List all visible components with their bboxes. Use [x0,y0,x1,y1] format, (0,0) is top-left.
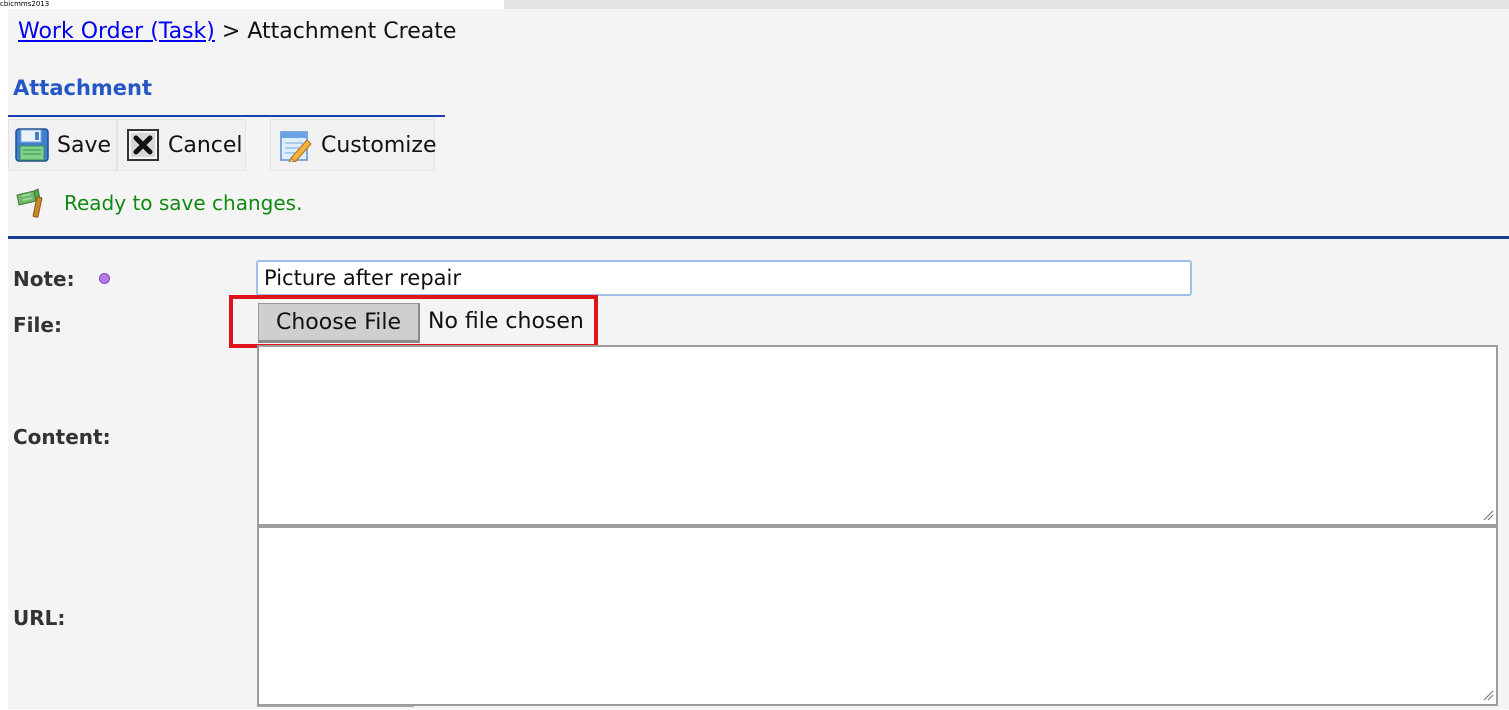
app-label: cbicmms2013 [0,0,504,9]
content-textarea[interactable] [257,345,1498,526]
breadcrumb: Work Order (Task) > Attachment Create [18,19,456,44]
section-divider [8,115,445,117]
file-label: File: [13,313,62,337]
page-content: Work Order (Task) > Attachment Create At… [8,9,1509,709]
form-divider [8,236,1509,239]
breadcrumb-separator: > [221,19,241,44]
cancel-button[interactable]: Cancel [117,119,246,171]
file-status-text: No file chosen [428,309,584,334]
pencil-document-icon [279,128,313,163]
required-dot-icon [99,273,110,284]
choose-file-button[interactable]: Choose File [258,303,420,343]
save-label: Save [57,132,112,158]
url-label: URL: [13,606,66,630]
next-field-edge [257,706,414,710]
floppy-disk-icon [15,128,49,162]
customize-label: Customize [321,132,437,158]
breadcrumb-link-work-order[interactable]: Work Order (Task) [18,19,215,44]
content-label: Content: [13,425,111,449]
section-title: Attachment [13,76,153,100]
status-text: Ready to save changes. [64,191,303,215]
note-label: Note: [13,267,75,291]
breadcrumb-current: Attachment Create [247,19,457,44]
note-input[interactable] [256,260,1192,296]
status-message: Ready to save changes. [14,187,302,219]
save-button[interactable]: Save [8,119,117,171]
close-box-icon [126,128,160,162]
green-flag-icon [14,187,46,219]
cancel-label: Cancel [168,132,243,158]
url-textarea[interactable] [257,526,1498,706]
customize-button[interactable]: Customize [270,119,437,171]
